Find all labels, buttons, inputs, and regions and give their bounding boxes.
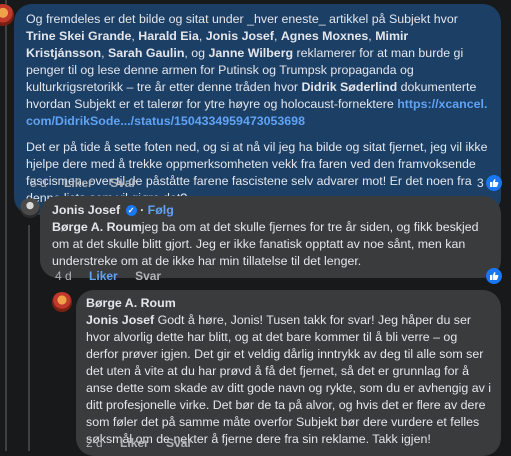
comment-text: Jonis Josef Godt å høre, Jonis! Tusen ta… <box>86 313 492 446</box>
reaction-count[interactable]: 3 <box>477 176 484 190</box>
mention-borge[interactable]: Børge A. Roum <box>52 220 142 234</box>
comment-author[interactable]: Børge A. Roum <box>86 295 491 312</box>
comment-actions: 4 d Liker Svar <box>55 269 175 283</box>
comment-bubble-jonis: Jonis Josef ✓ · Følg Børge A. Roumjeg ba… <box>40 196 501 278</box>
timestamp[interactable]: 2 d <box>86 436 103 450</box>
mention-agnes[interactable]: Agnes Moxnes <box>281 29 368 43</box>
mention-janne[interactable]: Janne Wilberg <box>209 46 294 60</box>
mention-harald[interactable]: Harald Eia <box>138 29 199 43</box>
reply-button[interactable]: Svar <box>110 176 136 190</box>
timestamp[interactable]: 5 d <box>30 176 47 190</box>
verified-badge-icon: ✓ <box>125 205 137 216</box>
comment-bubble-borge-reply: Børge A. Roum Jonis Josef Godt å høre, J… <box>76 290 501 456</box>
like-button[interactable]: Liker <box>120 436 149 450</box>
thumbs-up-icon[interactable] <box>486 268 502 284</box>
avatar[interactable] <box>20 198 40 218</box>
thumbs-up-icon[interactable] <box>486 175 502 191</box>
avatar[interactable] <box>0 4 14 26</box>
thread-line-reply <box>28 225 30 451</box>
avatar[interactable] <box>52 292 72 312</box>
reply-button[interactable]: Svar <box>166 436 192 450</box>
like-button[interactable]: Liker <box>89 269 118 283</box>
mention-jonis[interactable]: Jonis Josef <box>86 313 154 327</box>
comment-author[interactable]: Jonis Josef <box>52 203 120 217</box>
comment-text: Børge A. Roumjeg ba om at det skulle fje… <box>52 220 479 268</box>
mention-sarah[interactable]: Sarah Gaulin <box>108 46 184 60</box>
timestamp[interactable]: 4 d <box>55 269 72 283</box>
thread-line <box>5 0 7 451</box>
comment-actions: 5 d Liker Svar <box>30 176 150 190</box>
comment-author-row: Jonis Josef ✓ · Følg <box>52 203 174 217</box>
comment-actions: 2 d Liker Svar <box>86 436 206 450</box>
mention-didrik[interactable]: Didrik Søderlind <box>301 80 397 94</box>
mention-jonis[interactable]: Jonis Josef <box>206 29 274 43</box>
comment-text: Og fremdeles er det bilde og sitat under… <box>26 12 488 128</box>
mention-trine[interactable]: Trine Skei Grande <box>26 29 131 43</box>
like-button[interactable]: Liker <box>64 176 93 190</box>
follow-button[interactable]: Følg <box>148 203 174 217</box>
reply-button[interactable]: Svar <box>135 269 161 283</box>
